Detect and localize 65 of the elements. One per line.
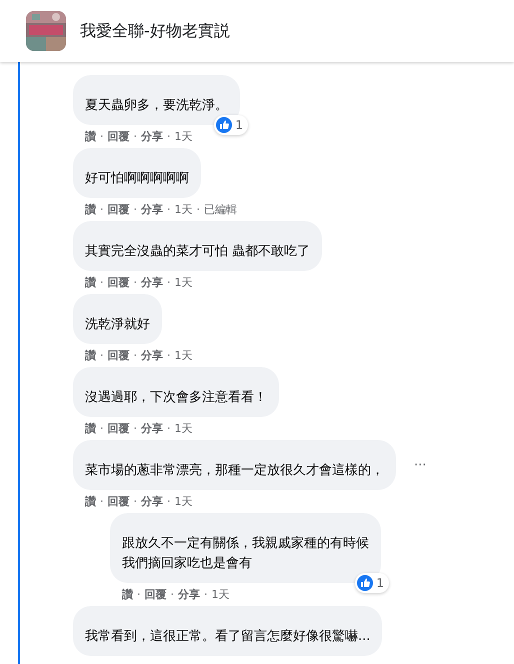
separator-dot: · <box>167 203 170 217</box>
comment-text: 菜市場的蔥非常漂亮，那種一定放很久才會這樣的， <box>85 462 384 480</box>
action-link[interactable]: 讚 <box>85 203 96 217</box>
action-link[interactable]: 分享 <box>178 588 200 602</box>
timestamp: 1天 <box>174 349 192 363</box>
separator-dot: · <box>100 203 104 217</box>
timestamp: 1天 <box>174 276 192 290</box>
separator-dot: · <box>134 422 137 436</box>
separator-dot: · <box>100 276 104 290</box>
separator-dot: · <box>170 588 174 602</box>
comment-text: 沒遇過耶，下次會多注意看看！ <box>85 389 267 407</box>
separator-dot: · <box>134 203 137 217</box>
like-icon <box>216 117 232 133</box>
timestamp: 1天 <box>174 495 192 509</box>
action-link[interactable]: 回覆 <box>144 588 166 602</box>
timestamp: 1天 <box>174 130 192 144</box>
separator-dot: · <box>100 130 104 144</box>
action-link[interactable]: 讚 <box>85 349 96 363</box>
action-link[interactable]: 讚 <box>122 588 133 602</box>
action-link[interactable]: 讚 <box>85 276 96 290</box>
comment-text: 我常看到，這很正常。看了留言怎麼好像很驚嚇... <box>85 628 370 646</box>
separator-dot: · <box>167 422 170 436</box>
action-link[interactable]: 讚 <box>85 422 96 436</box>
action-link[interactable]: 回覆 <box>108 422 130 436</box>
separator-dot: · <box>137 588 140 602</box>
separator-dot: · <box>167 130 170 144</box>
comment-text: 洗乾淨就好 <box>85 316 150 334</box>
comment-text: 跟放久不一定有關係，我親戚家種的有時候我們摘回家吃也是會有 <box>122 535 369 573</box>
action-link[interactable]: 分享 <box>141 495 163 509</box>
action-link[interactable]: 分享 <box>141 203 163 217</box>
action-link[interactable]: 讚 <box>85 495 96 509</box>
timestamp: 1天 <box>212 588 230 602</box>
separator-dot: · <box>134 276 137 290</box>
action-link[interactable]: 分享 <box>141 130 163 144</box>
separator-dot: · <box>100 349 104 363</box>
timestamp: 1天 <box>174 203 192 217</box>
action-link[interactable]: 回覆 <box>108 349 130 363</box>
timestamp: 1天 <box>174 422 192 436</box>
action-link[interactable]: 分享 <box>141 276 163 290</box>
action-link[interactable]: 讚 <box>85 130 96 144</box>
action-link[interactable]: 回覆 <box>108 203 130 217</box>
comment-text: 夏天蟲卵多，要洗乾淨。 <box>85 97 228 115</box>
action-link[interactable]: 回覆 <box>108 276 130 290</box>
more-options-button[interactable]: ··· <box>414 458 426 472</box>
separator-dot: · <box>134 130 137 144</box>
like-icon <box>357 575 374 591</box>
group-title: 我愛全聯-好物老實説 <box>80 20 230 42</box>
reaction-count: 1 <box>355 573 389 593</box>
action-link[interactable]: 回覆 <box>108 495 130 509</box>
separator-dot: · <box>100 422 104 436</box>
separator-dot: · <box>167 349 170 363</box>
comment-text: 其實完全沒蟲的菜才可怕 蟲都不敢吃了 <box>85 243 310 261</box>
separator-dot: · <box>196 203 200 217</box>
separator-dot: · <box>134 495 137 509</box>
action-link[interactable]: 分享 <box>141 422 163 436</box>
separator-dot: · <box>204 588 208 602</box>
reaction-count: 1 <box>214 115 248 135</box>
separator-dot: · <box>167 276 170 290</box>
separator-dot: · <box>167 495 170 509</box>
action-link[interactable]: 回覆 <box>108 130 130 144</box>
separator-dot: · <box>134 349 137 363</box>
comment-text: 好可怕啊啊啊啊啊 <box>85 170 189 188</box>
separator-dot: · <box>100 495 104 509</box>
action-link[interactable]: 分享 <box>141 349 163 363</box>
edited-label: 已編輯 <box>204 203 237 217</box>
